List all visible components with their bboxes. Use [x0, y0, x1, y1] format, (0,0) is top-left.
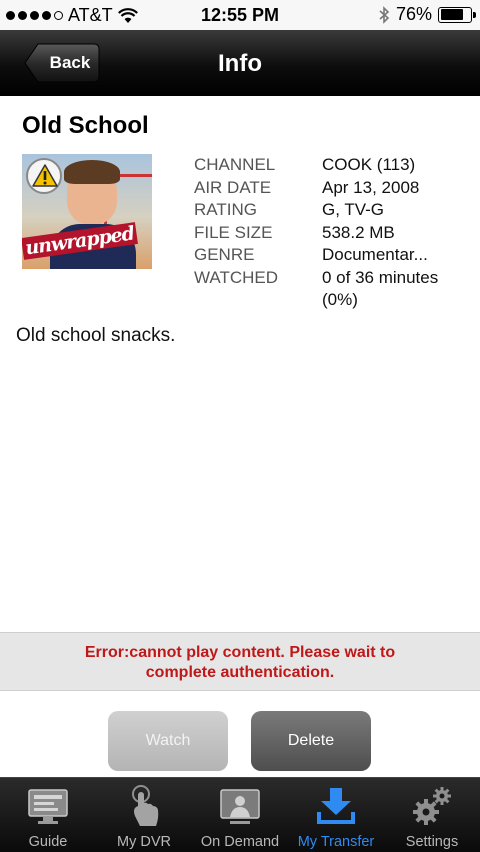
detail-key: WATCHED: [194, 267, 279, 287]
detail-value: G, TV-G: [322, 200, 385, 219]
error-banner: Error:cannot play content. Please wait t…: [0, 632, 480, 691]
tab-label: On Demand: [200, 834, 280, 850]
error-line-1: Error:cannot play content. Please wait t…: [84, 644, 396, 661]
tab-on-demand[interactable]: On Demand: [192, 778, 288, 852]
show-thumbnail: unwrapped: [22, 154, 152, 269]
download-icon: [317, 788, 355, 824]
touch-icon: [132, 785, 159, 826]
bluetooth-icon: [379, 5, 390, 24]
tab-bar: Guide My DVR On Demand My Transfer Setti…: [0, 777, 480, 852]
status-bar: AT&T 12:55 PM 76%: [0, 0, 480, 30]
tab-guide[interactable]: Guide: [0, 778, 96, 852]
detail-key: GENRE: [194, 245, 255, 264]
detail-value: 538.2 MB: [322, 222, 395, 242]
detail-key: CHANNEL: [194, 155, 276, 174]
tab-label: Settings: [405, 834, 459, 850]
tab-settings[interactable]: Settings: [384, 778, 480, 852]
page-title: Info: [218, 50, 262, 77]
battery-percent: 76%: [395, 4, 432, 24]
guide-icon: [28, 789, 68, 824]
detail-value: Documentar...: [322, 245, 428, 264]
tab-label: My DVR: [117, 834, 171, 850]
show-description: Old school snacks.: [16, 325, 176, 346]
error-line-2: complete authentication.: [145, 664, 335, 681]
detail-key: AIR DATE: [194, 177, 272, 197]
tab-my-dvr[interactable]: My DVR: [96, 778, 192, 852]
battery-icon: [438, 6, 476, 23]
gears-icon: [413, 787, 451, 825]
detail-value: COOK (113): [322, 155, 416, 174]
detail-key: FILE SIZE: [194, 222, 273, 242]
navigation-bar: Back Info: [0, 30, 480, 96]
error-message: Error:cannot play content. Please wait t…: [0, 643, 480, 683]
show-title: Old School: [22, 112, 149, 139]
tab-label: Guide: [28, 834, 68, 850]
warning-icon: [26, 158, 62, 194]
detail-value: 0 of 36 minutes (0%): [322, 267, 439, 310]
watch-button[interactable]: Watch: [108, 711, 228, 771]
delete-button[interactable]: Delete: [251, 711, 371, 771]
tab-my-transfer[interactable]: My Transfer: [288, 778, 384, 852]
detail-key: RATING: [194, 200, 257, 219]
tab-label: My Transfer: [297, 834, 375, 850]
detail-value: Apr 13, 2008: [322, 177, 420, 197]
on-demand-icon: [220, 789, 260, 824]
